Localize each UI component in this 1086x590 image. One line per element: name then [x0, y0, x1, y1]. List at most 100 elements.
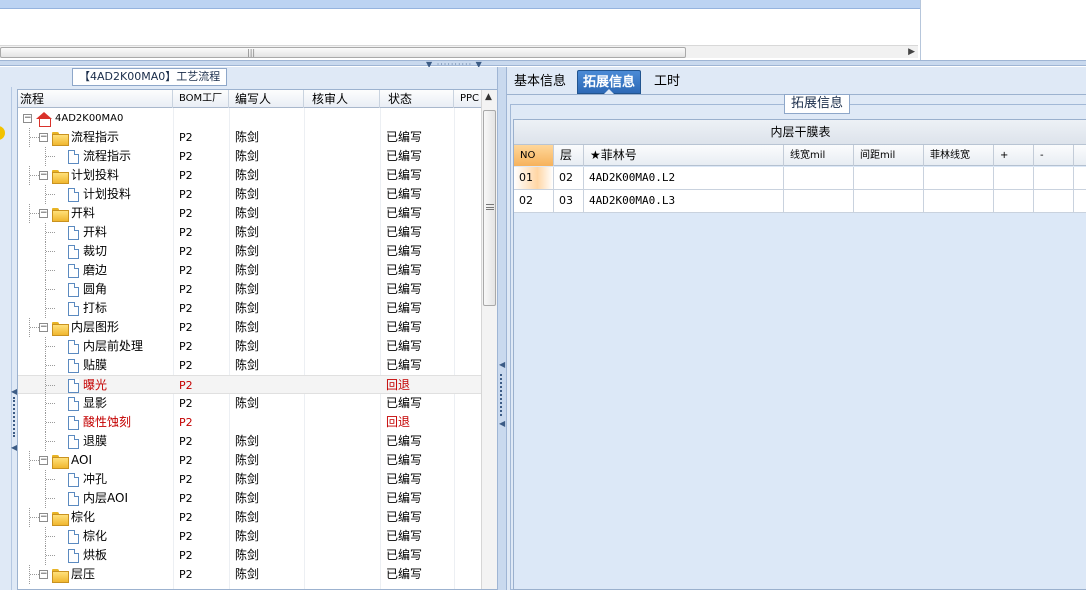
- tree-node[interactable]: 烘板: [18, 546, 173, 565]
- collapse-node-icon[interactable]: −: [39, 171, 48, 180]
- tree-row[interactable]: − 4AD2K00MA0: [18, 109, 481, 128]
- tree-row[interactable]: 贴膜 P2 陈剑 已编写: [18, 356, 481, 375]
- film-no-cell[interactable]: 4AD2K00MA0.L2: [584, 167, 784, 189]
- horizontal-scroll-thumb[interactable]: |||: [0, 47, 686, 58]
- remove-cell[interactable]: [1034, 167, 1074, 189]
- add-cell[interactable]: [994, 167, 1034, 189]
- splitter-grip-icon[interactable]: [500, 374, 503, 416]
- collapse-node-icon[interactable]: −: [23, 114, 32, 123]
- tree-node[interactable]: 贴膜: [18, 356, 173, 375]
- no-cell[interactable]: 01: [514, 167, 554, 189]
- tree-row[interactable]: − 内层图形 P2 陈剑 已编写: [18, 318, 481, 337]
- tree-row[interactable]: 内层前处理 P2 陈剑 已编写: [18, 337, 481, 356]
- collapse-node-icon[interactable]: −: [39, 133, 48, 142]
- collapse-node-icon[interactable]: −: [39, 570, 48, 579]
- tree-row[interactable]: − 流程指示 P2 陈剑 已编写: [18, 128, 481, 147]
- tree-row[interactable]: 酸性蚀刻 P2 回退: [18, 413, 481, 432]
- tree-node[interactable]: − 内层图形: [18, 318, 173, 337]
- tree-row[interactable]: − 层压 P2 陈剑 已编写: [18, 565, 481, 584]
- tree-node[interactable]: − 流程指示: [18, 128, 173, 147]
- tree-node[interactable]: 退膜: [18, 432, 173, 451]
- horizontal-scrollbar[interactable]: ||| ▶: [0, 45, 918, 58]
- film-no-cell[interactable]: 4AD2K00MA0.L3: [584, 190, 784, 212]
- tab-work-hours[interactable]: 工时: [649, 70, 685, 94]
- tree-row[interactable]: 磨边 P2 陈剑 已编写: [18, 261, 481, 280]
- table-row[interactable]: 01 02 4AD2K00MA0.L2: [514, 167, 1086, 190]
- spacing-cell[interactable]: [854, 167, 924, 189]
- scroll-right-arrow-icon[interactable]: ▶: [908, 46, 915, 58]
- column-header-layer[interactable]: 层: [554, 145, 584, 166]
- add-column-header[interactable]: +: [994, 145, 1034, 166]
- column-header-writer[interactable]: 编写人: [229, 90, 304, 108]
- splitter-left-arrow-icon[interactable]: ◀: [499, 360, 505, 369]
- no-cell[interactable]: 02: [514, 190, 554, 212]
- tree-node[interactable]: 磨边: [18, 261, 173, 280]
- tree-row[interactable]: − 棕化 P2 陈剑 已编写: [18, 508, 481, 527]
- upper-selected-row[interactable]: [0, 0, 920, 9]
- tab-basic-info[interactable]: 基本信息: [509, 70, 571, 94]
- line-width-cell[interactable]: [784, 167, 854, 189]
- tree-row[interactable]: 圆角 P2 陈剑 已编写: [18, 280, 481, 299]
- tree-node[interactable]: 冲孔: [18, 470, 173, 489]
- tree-row[interactable]: 曝光 P2 回退: [18, 375, 481, 395]
- column-header-flow[interactable]: 流程: [18, 90, 173, 108]
- tree-node[interactable]: 裁切: [18, 242, 173, 261]
- tree-node[interactable]: 开料: [18, 223, 173, 242]
- collapse-grip-icon[interactable]: [13, 397, 16, 437]
- tree-node[interactable]: − 层压: [18, 565, 173, 584]
- spacing-cell[interactable]: [854, 190, 924, 212]
- tree-row[interactable]: 退膜 P2 陈剑 已编写: [18, 432, 481, 451]
- line-width-cell[interactable]: [784, 190, 854, 212]
- tree-row[interactable]: 显影 P2 陈剑 已编写: [18, 394, 481, 413]
- column-header-status[interactable]: 状态: [380, 90, 454, 108]
- column-header-bom-factory[interactable]: BOM工厂: [173, 90, 229, 108]
- tree-node[interactable]: − 棕化: [18, 508, 173, 527]
- tree-row[interactable]: 烘板 P2 陈剑 已编写: [18, 546, 481, 565]
- tree-node[interactable]: 流程指示: [18, 147, 173, 166]
- collapse-node-icon[interactable]: −: [39, 209, 48, 218]
- tree-row[interactable]: 裁切 P2 陈剑 已编写: [18, 242, 481, 261]
- column-header-film-no[interactable]: ★菲林号: [584, 145, 784, 166]
- layer-cell[interactable]: 02: [554, 167, 584, 189]
- remove-column-header[interactable]: -: [1034, 145, 1074, 166]
- collapse-node-icon[interactable]: −: [39, 323, 48, 332]
- tree-node[interactable]: − 计划投料: [18, 166, 173, 185]
- column-header-line-width[interactable]: 线宽mil: [784, 145, 854, 166]
- tree-node[interactable]: 曝光: [18, 376, 173, 395]
- tree-row[interactable]: 内层AOI P2 陈剑 已编写: [18, 489, 481, 508]
- tree-row[interactable]: 流程指示 P2 陈剑 已编写: [18, 147, 481, 166]
- tree-scroll-thumb[interactable]: [483, 110, 496, 306]
- left-collapse-strip[interactable]: ◀ ◀: [0, 87, 17, 590]
- splitter-left-arrow-icon[interactable]: ◀: [499, 419, 505, 428]
- tree-node[interactable]: 显影: [18, 394, 173, 413]
- column-header-spacing[interactable]: 间距mil: [854, 145, 924, 166]
- tree-node[interactable]: 打标: [18, 299, 173, 318]
- column-header-reviewer[interactable]: 核审人: [304, 90, 380, 108]
- film-line-width-cell[interactable]: [924, 190, 994, 212]
- column-header-film-line-width[interactable]: 菲林线宽: [924, 145, 994, 166]
- tree-node[interactable]: − 4AD2K00MA0: [18, 109, 173, 128]
- collapse-node-icon[interactable]: −: [39, 513, 48, 522]
- tree-row[interactable]: − 计划投料 P2 陈剑 已编写: [18, 166, 481, 185]
- vertical-splitter[interactable]: ◀ ◀: [497, 67, 507, 590]
- tree-row[interactable]: 打标 P2 陈剑 已编写: [18, 299, 481, 318]
- collapse-node-icon[interactable]: −: [39, 456, 48, 465]
- tree-row[interactable]: 棕化 P2 陈剑 已编写: [18, 527, 481, 546]
- column-header-ppc[interactable]: PPC: [454, 90, 481, 108]
- tree-node[interactable]: 计划投料: [18, 185, 173, 204]
- tree-row[interactable]: − 开料 P2 陈剑 已编写: [18, 204, 481, 223]
- tree-node[interactable]: 内层前处理: [18, 337, 173, 356]
- tree-row[interactable]: 开料 P2 陈剑 已编写: [18, 223, 481, 242]
- tree-row[interactable]: 冲孔 P2 陈剑 已编写: [18, 470, 481, 489]
- tree-node[interactable]: 内层AOI: [18, 489, 173, 508]
- column-header-no[interactable]: NO: [514, 145, 554, 166]
- tree-node[interactable]: 棕化: [18, 527, 173, 546]
- tree-node[interactable]: − AOI: [18, 451, 173, 470]
- tree-node[interactable]: 酸性蚀刻: [18, 413, 173, 432]
- film-line-width-cell[interactable]: [924, 167, 994, 189]
- scroll-up-arrow-icon[interactable]: ▲: [485, 92, 492, 102]
- table-row[interactable]: 02 03 4AD2K00MA0.L3: [514, 190, 1086, 213]
- layer-cell[interactable]: 03: [554, 190, 584, 212]
- add-cell[interactable]: [994, 190, 1034, 212]
- process-tree[interactable]: 流程 BOM工厂 编写人 核审人 状态 PPC −4AD2K00MA0− 流程指示…: [17, 89, 498, 590]
